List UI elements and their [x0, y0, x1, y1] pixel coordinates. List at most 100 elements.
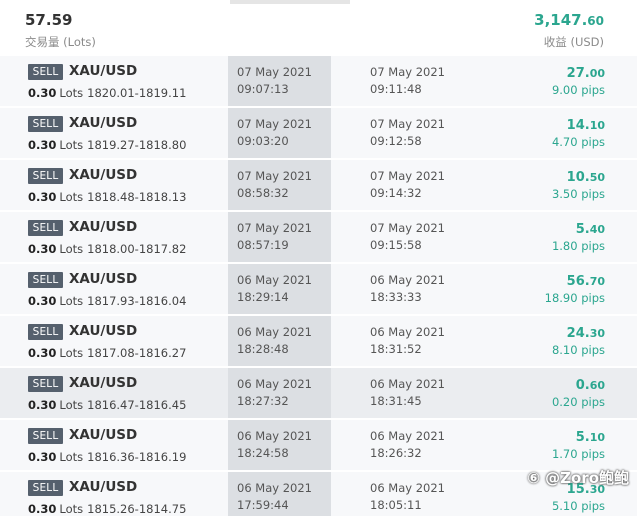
open-time: 08:58:32: [237, 186, 289, 200]
open-date: 07 May 2021: [237, 117, 312, 131]
lots-line: 0.30 Lots 1815.26-1814.75: [28, 502, 186, 516]
pips-value: 4.70 pips: [551, 135, 605, 149]
close-date: 07 May 2021: [370, 221, 445, 235]
pips-value: 0.20 pips: [551, 395, 605, 409]
volume-value: 0.30: [28, 294, 57, 308]
trade-history-list: SELL XAU/USD 0.30 Lots 1820.01-1819.11 07 …: [0, 56, 637, 516]
open-time: 18:24:58: [237, 446, 289, 460]
symbol-label: XAU/USD: [69, 219, 138, 235]
volume-value: 0.30: [28, 502, 57, 516]
pips-value: 1.70 pips: [551, 447, 605, 461]
pips-value: 1.80 pips: [551, 239, 605, 253]
close-datetime: 06 May 2021 18:05:11: [370, 480, 445, 514]
profit-value: 10.50: [567, 170, 605, 185]
side-badge: SELL: [28, 376, 63, 392]
profit-int: 27.: [566, 66, 590, 81]
close-time: 09:11:48: [370, 82, 422, 96]
profit-dec: 70: [589, 275, 605, 288]
lots-line: 0.30 Lots 1820.01-1819.11: [28, 86, 186, 100]
pips-value: 8.10 pips: [551, 343, 605, 357]
volume-value: 0.30: [28, 450, 57, 464]
profit-int: 10.: [566, 170, 590, 185]
lots-unit: Lots: [59, 346, 84, 360]
open-time: 18:27:32: [237, 394, 289, 408]
lots-unit: Lots: [59, 502, 84, 516]
price-range: 1820.01-1819.11: [87, 86, 187, 100]
close-time: 18:31:52: [370, 342, 422, 356]
open-datetime: 06 May 2021 18:24:58: [237, 428, 312, 462]
side-badge: SELL: [28, 428, 63, 444]
symbol-label: XAU/USD: [69, 271, 138, 287]
profit-int: 0.: [575, 378, 590, 393]
close-datetime: 06 May 2021 18:26:32: [370, 428, 445, 462]
close-time: 09:12:58: [370, 134, 422, 148]
profit-int: 5.: [575, 430, 590, 445]
close-datetime: 07 May 2021 09:14:32: [370, 168, 445, 202]
close-time: 09:14:32: [370, 186, 422, 200]
profit-int: 24.: [566, 326, 590, 341]
lots-line: 0.30 Lots 1818.48-1818.13: [28, 190, 186, 204]
trade-row[interactable]: SELL XAU/USD 0.30 Lots 1819.27-1818.80 07 …: [0, 108, 637, 160]
profit-dec: 10: [589, 431, 605, 444]
close-datetime: 07 May 2021 09:11:48: [370, 64, 445, 98]
profit-int: 14.: [566, 118, 590, 133]
open-date: 07 May 2021: [237, 221, 312, 235]
total-profit-dec: 60: [587, 14, 604, 28]
profit-dec: 60: [589, 379, 605, 392]
lots-unit: Lots: [59, 86, 84, 100]
trade-row[interactable]: SELL XAU/USD 0.30 Lots 1817.93-1816.04 06 …: [0, 264, 637, 316]
pips-value: 18.90 pips: [544, 291, 605, 305]
side-badge: SELL: [28, 220, 63, 236]
total-profit-label: 收益 (USD): [543, 35, 604, 49]
close-time: 18:33:33: [370, 290, 422, 304]
trade-row[interactable]: SELL XAU/USD 0.30 Lots 1820.01-1819.11 07 …: [0, 56, 637, 108]
volume-value: 0.30: [28, 398, 57, 412]
symbol-label: XAU/USD: [69, 427, 138, 443]
symbol-label: XAU/USD: [69, 115, 138, 131]
open-time: 18:28:48: [237, 342, 289, 356]
profit-value: 5.40: [576, 222, 605, 237]
profit-value: 56.70: [567, 274, 605, 289]
close-date: 06 May 2021: [370, 429, 445, 443]
open-time: 09:07:13: [237, 82, 289, 96]
symbol-label: XAU/USD: [69, 63, 138, 79]
close-datetime: 06 May 2021 18:31:45: [370, 376, 445, 410]
lots-line: 0.30 Lots 1817.93-1816.04: [28, 294, 186, 308]
summary-column-shade: [230, 0, 350, 4]
open-time: 18:29:14: [237, 290, 289, 304]
trade-row[interactable]: SELL XAU/USD 0.30 Lots 1816.36-1816.19 06 …: [0, 420, 637, 472]
open-datetime: 06 May 2021 17:59:44: [237, 480, 312, 514]
side-badge: SELL: [28, 324, 63, 340]
trade-row[interactable]: SELL XAU/USD 0.30 Lots 1818.48-1818.13 07 …: [0, 160, 637, 212]
open-date: 06 May 2021: [237, 325, 312, 339]
lots-line: 0.30 Lots 1819.27-1818.80: [28, 138, 186, 152]
close-datetime: 07 May 2021 09:15:58: [370, 220, 445, 254]
symbol-label: XAU/USD: [69, 375, 138, 391]
symbol-label: XAU/USD: [69, 167, 138, 183]
trade-row[interactable]: SELL XAU/USD 0.30 Lots 1817.08-1816.27 06 …: [0, 316, 637, 368]
close-date: 07 May 2021: [370, 65, 445, 79]
price-range: 1818.48-1818.13: [87, 190, 187, 204]
open-datetime: 06 May 2021 18:27:32: [237, 376, 312, 410]
trade-row[interactable]: SELL XAU/USD 0.30 Lots 1818.00-1817.82 07 …: [0, 212, 637, 264]
total-lots-label: 交易量 (Lots): [25, 35, 96, 49]
close-date: 06 May 2021: [370, 325, 445, 339]
symbol-label: XAU/USD: [69, 479, 138, 495]
lots-unit: Lots: [59, 242, 84, 256]
volume-value: 0.30: [28, 86, 57, 100]
open-datetime: 07 May 2021 09:07:13: [237, 64, 312, 98]
lots-line: 0.30 Lots 1818.00-1817.82: [28, 242, 186, 256]
lots-line: 0.30 Lots 1816.36-1816.19: [28, 450, 186, 464]
profit-dec: 40: [589, 223, 605, 236]
open-date: 07 May 2021: [237, 169, 312, 183]
volume-value: 0.30: [28, 242, 57, 256]
side-badge: SELL: [28, 64, 63, 80]
trade-row[interactable]: SELL XAU/USD 0.30 Lots 1816.47-1816.45 06 …: [0, 368, 637, 420]
pips-value: 9.00 pips: [551, 83, 605, 97]
open-datetime: 06 May 2021 18:28:48: [237, 324, 312, 358]
lots-line: 0.30 Lots 1817.08-1816.27: [28, 346, 186, 360]
price-range: 1816.36-1816.19: [87, 450, 187, 464]
pips-value: 3.50 pips: [551, 187, 605, 201]
profit-dec: 00: [589, 67, 605, 80]
volume-value: 0.30: [28, 346, 57, 360]
